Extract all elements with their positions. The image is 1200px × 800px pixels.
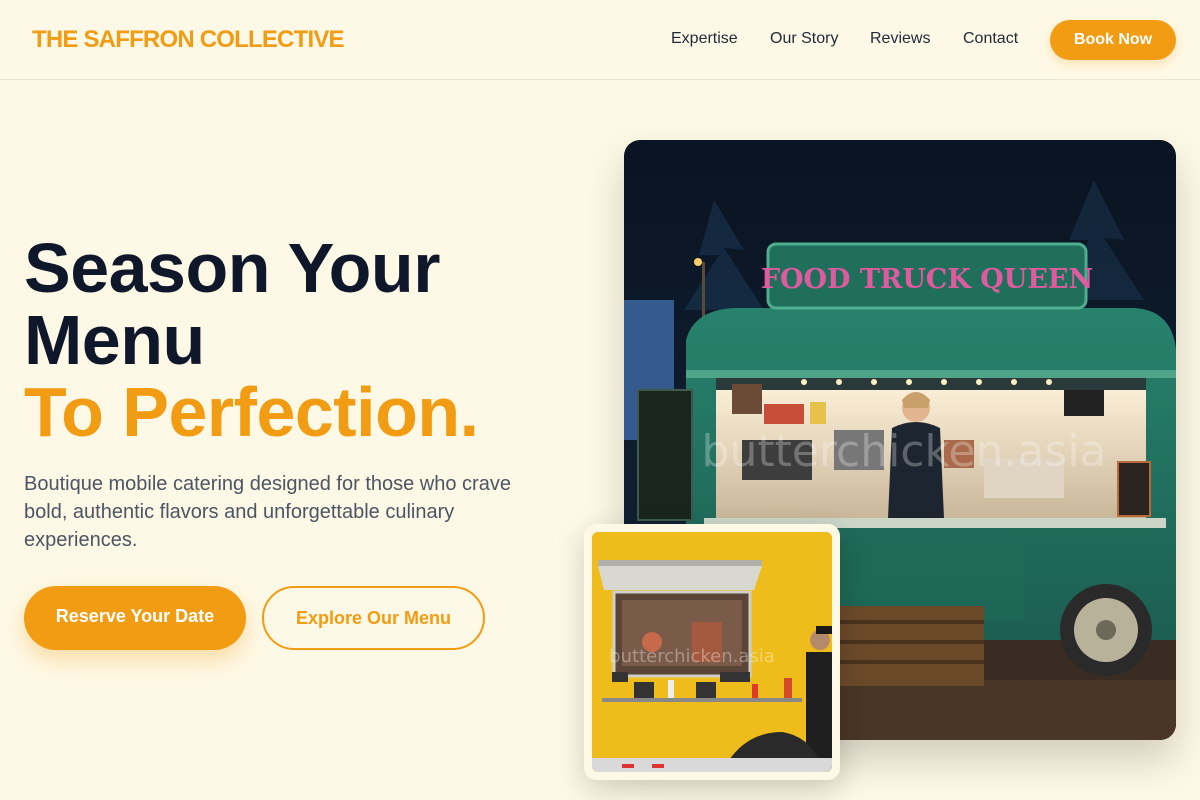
brand-logo[interactable]: THE SAFFRON COLLECTIVE bbox=[32, 26, 345, 54]
hero-subtitle: Boutique mobile catering designed for th… bbox=[24, 473, 511, 551]
hero-title-line-1: Season Your bbox=[24, 229, 440, 307]
small-photo-watermark: butterchicken.asia bbox=[609, 646, 775, 667]
nav-link-our-story[interactable]: Our Story bbox=[770, 30, 838, 48]
hero-title-accent: To Perfection. bbox=[24, 373, 479, 451]
nav-link-reviews[interactable]: Reviews bbox=[870, 30, 930, 48]
main-photo-watermark: butterchicken.asia bbox=[702, 426, 1107, 477]
book-now-button[interactable]: Book Now bbox=[1050, 20, 1176, 60]
nav-link-contact[interactable]: Contact bbox=[963, 30, 1018, 48]
hero-title-line-2: Menu bbox=[24, 301, 205, 379]
yellow-truck-card: butterchicken.asia bbox=[584, 524, 840, 780]
top-nav: THE SAFFRON COLLECTIVE Expertise Our Sto… bbox=[0, 0, 1200, 80]
yellow-truck-photo: butterchicken.asia bbox=[592, 532, 832, 772]
explore-menu-button[interactable]: Explore Our Menu bbox=[262, 586, 485, 650]
truck-sign-text: FOOD TRUCK QUEEN bbox=[761, 264, 1093, 295]
nav-link-expertise[interactable]: Expertise bbox=[671, 30, 738, 48]
hero-title: Season Your Menu To Perfection. bbox=[24, 232, 479, 448]
reserve-date-button[interactable]: Reserve Your Date bbox=[24, 586, 246, 650]
